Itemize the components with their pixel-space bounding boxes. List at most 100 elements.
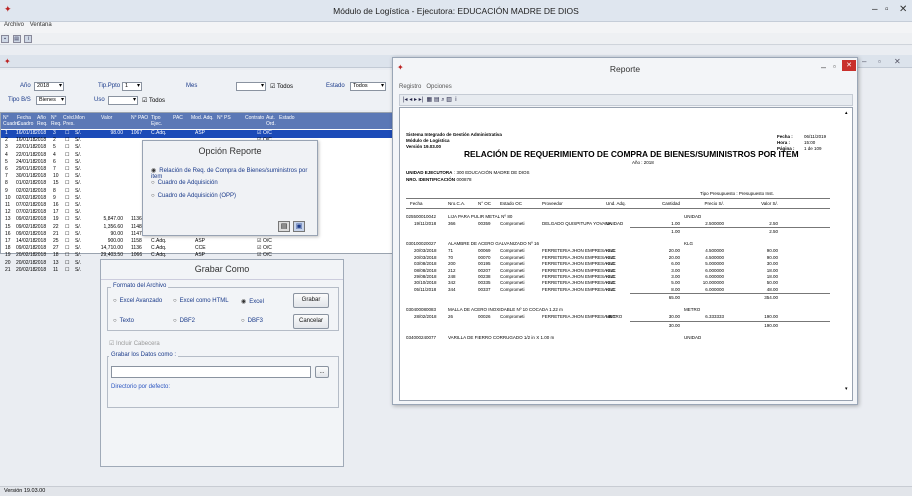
report-page: Sistema Integrado de Gestión Administrat…: [404, 110, 842, 398]
excel-html-label: Excel como HTML: [179, 298, 229, 304]
reporte-minimize-icon[interactable]: –: [821, 62, 826, 72]
report-cell: 4.500000: [705, 248, 724, 254]
report-cell: 00070: [478, 254, 491, 260]
print-report-icon[interactable]: ▤: [278, 221, 290, 232]
menu-bar: Archivo Ventana: [0, 22, 912, 33]
child-restore-icon[interactable]: ▫: [878, 57, 881, 66]
grid-header-col[interactable]: Mod. Adq.: [191, 115, 215, 121]
cred-checkbox[interactable]: ☐: [65, 267, 69, 275]
report-cell: Comprometi: [500, 280, 525, 286]
grid-header-col[interactable]: Año Req.: [37, 115, 51, 127]
grid-header-col[interactable]: N° PS: [217, 115, 243, 121]
incluir-cabecera-checkbox[interactable]: ☑ Incluir Cabecera: [109, 340, 160, 347]
report-cell: 10.000000: [702, 280, 724, 286]
report-cell: FERRETERIA JHON EMPRESA INC: [542, 261, 616, 267]
maximize-icon[interactable]: ▫: [885, 4, 889, 15]
report-cell: 05/11/2018: [414, 286, 437, 292]
menu-archivo[interactable]: Archivo: [4, 22, 24, 28]
menu-ventana[interactable]: Ventana: [30, 22, 52, 28]
tippto-select[interactable]: 1: [122, 82, 142, 91]
browse-button[interactable]: ...: [315, 366, 329, 378]
reporte-maximize-icon[interactable]: ▫: [833, 62, 836, 71]
radio-dbf3[interactable]: DBF3: [241, 318, 263, 324]
todos-checkbox-1[interactable]: ☑ Todos: [270, 83, 293, 90]
uso-label: Uso: [94, 97, 105, 103]
prev-page-icon[interactable]: ◂: [409, 97, 412, 103]
grid-header-col[interactable]: N° PAO: [131, 115, 149, 121]
radio-excel-avanzado[interactable]: Excel Avanzado: [113, 298, 163, 304]
grid-header-col[interactable]: Contrato: [245, 115, 265, 121]
export-icon[interactable]: ▥: [446, 97, 452, 103]
report-cell: 00359: [478, 221, 491, 226]
save-icon[interactable]: ▪: [1, 35, 9, 43]
todos-checkbox-2[interactable]: ☑ Todos: [142, 97, 165, 104]
grabar-button[interactable]: Grabar: [293, 293, 329, 308]
child-window-controls: – ▫ ✕: [858, 57, 912, 66]
minimize-icon[interactable]: –: [872, 4, 878, 15]
option-relacion-req[interactable]: Relación de Req. de Compra de Bienes/sum…: [151, 167, 317, 180]
next-page-icon[interactable]: ▸: [414, 97, 417, 103]
print-icon[interactable]: ▤: [434, 97, 440, 103]
report-col-header: N° OC: [478, 201, 492, 206]
estado-select[interactable]: Todos: [350, 82, 386, 91]
path-input[interactable]: [111, 366, 311, 378]
grid-header-col[interactable]: Valor: [101, 115, 127, 121]
last-page-icon[interactable]: ▸|: [419, 97, 424, 103]
anio-label: Año: [20, 83, 31, 89]
report-cell: 18.00: [766, 274, 778, 279]
report-cell: 190.00: [764, 314, 778, 320]
divider: [406, 198, 830, 199]
report-cell: 6.333333: [705, 314, 724, 320]
divider: [630, 293, 830, 295]
tipobs-select[interactable]: Bienes: [36, 96, 66, 105]
info-icon[interactable]: i: [455, 97, 456, 103]
report-pagina: 1 de 109: [804, 146, 822, 151]
menu-opciones[interactable]: Opciones: [426, 84, 451, 90]
report-cell: 1.00: [671, 221, 680, 226]
grid-header-col[interactable]: Créd. Pres.: [63, 115, 75, 127]
info-icon[interactable]: i: [24, 35, 33, 43]
child-close-icon[interactable]: ✕: [894, 57, 901, 66]
report-cell: 30.00: [766, 261, 778, 267]
grid-header-col[interactable]: N° Cuadro: [3, 115, 19, 127]
grid-header-col[interactable]: Aut. Ord.: [266, 115, 278, 127]
radio-dbf2[interactable]: DBF2: [173, 318, 195, 324]
option-cuadro-opp[interactable]: Cuadro de Adquisición (OPP): [151, 193, 236, 199]
excel-avanzado-label: Excel Avanzado: [119, 298, 163, 304]
report-cell: 6.000000: [705, 274, 724, 279]
report-viewport[interactable]: Sistema Integrado de Gestión Administrat…: [399, 107, 853, 401]
report-cell: 29/08/2018: [414, 274, 437, 279]
first-page-icon[interactable]: |◂: [403, 97, 408, 103]
item-name: VARILLA DE FIERRO CORRUGADO 1/2 in X 1.0…: [448, 334, 555, 340]
item-total-qty: 30.00: [668, 322, 680, 328]
reporte-close-icon[interactable]: ✕: [842, 60, 856, 71]
report-cell: 00238: [478, 274, 491, 279]
grid-header-col[interactable]: Tipo Ejec.: [151, 115, 171, 127]
grid-header-col[interactable]: N° Req.: [51, 115, 63, 127]
uso-select[interactable]: [108, 96, 138, 105]
radio-excel[interactable]: Excel: [241, 298, 264, 305]
menu-registro[interactable]: Registro: [399, 84, 421, 90]
radio-excel-html[interactable]: Excel como HTML: [173, 298, 229, 304]
zoom-icon[interactable]: ⌕: [441, 97, 444, 103]
exit-icon[interactable]: ▣: [293, 221, 305, 232]
grid-header-col[interactable]: PAC: [173, 115, 189, 121]
scroll-up-icon[interactable]: ▴: [845, 110, 848, 116]
grid-header-col[interactable]: Estado: [279, 115, 295, 121]
scroll-down-icon[interactable]: ▾: [845, 386, 848, 392]
mes-select[interactable]: [236, 82, 266, 91]
child-minimize-icon[interactable]: –: [862, 57, 866, 66]
grid-view-icon[interactable]: ▦: [427, 97, 433, 103]
anio-select[interactable]: 2018: [34, 82, 64, 91]
grid-header-col[interactable]: Fecha Cuadro: [17, 115, 35, 127]
grid-header-col[interactable]: Mon: [75, 115, 85, 121]
print-icon[interactable]: ▤: [12, 35, 21, 43]
option-cuadro-adq[interactable]: Cuadro de Adquisición: [151, 180, 218, 186]
radio-texto[interactable]: Texto: [113, 318, 134, 324]
report-cell: Comprometi: [500, 286, 525, 292]
report-cell: KLG: [606, 248, 616, 254]
close-icon[interactable]: ✕: [899, 4, 907, 15]
report-cell: DELGADO QUISPITUPA YOVANA: [542, 221, 612, 226]
report-cell: KLG: [606, 286, 616, 292]
cancelar-button[interactable]: Cancelar: [293, 314, 329, 329]
